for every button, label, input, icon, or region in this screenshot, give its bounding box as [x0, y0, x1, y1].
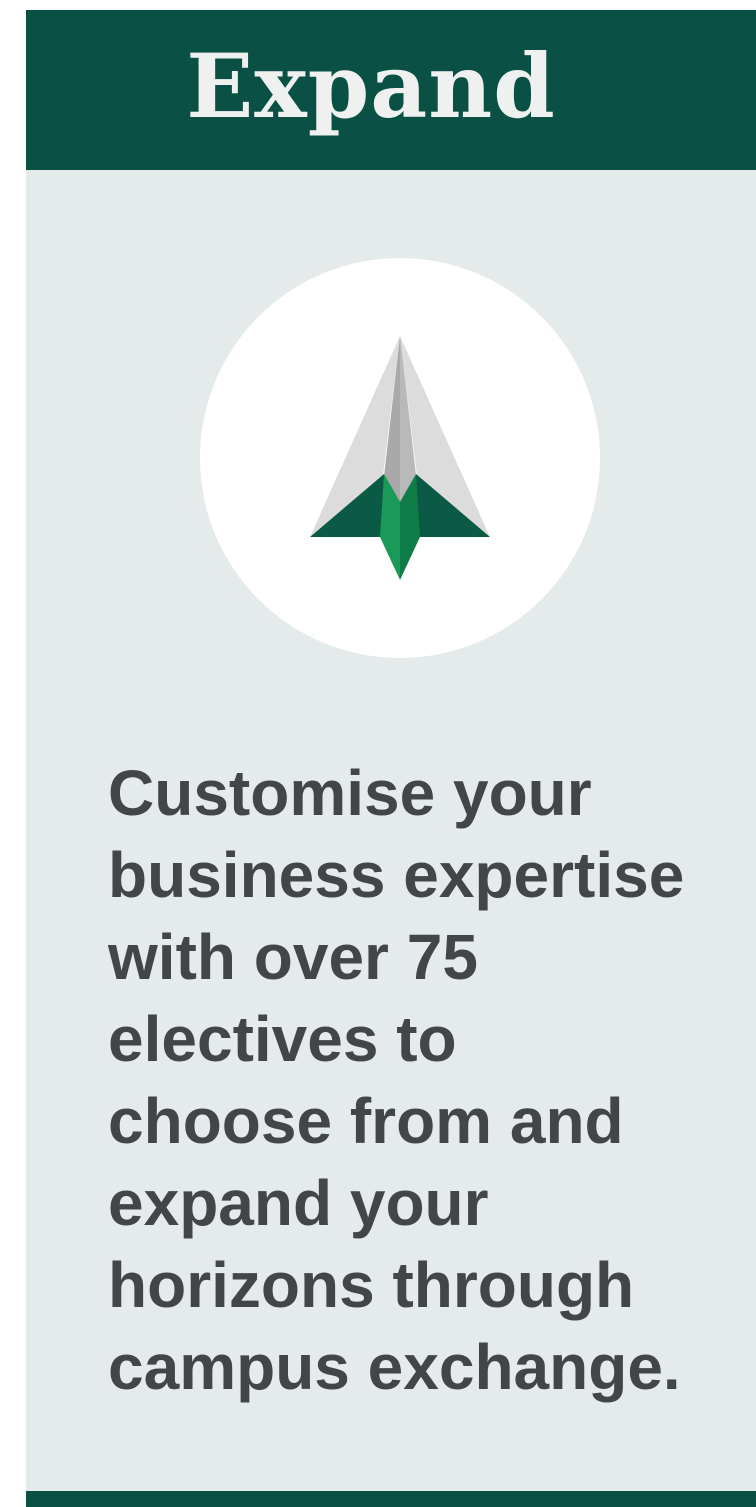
info-card: Expand Customise your business expertise…	[26, 10, 756, 1507]
footer-bar	[26, 1491, 756, 1507]
icon-circle	[200, 258, 600, 658]
description-text: Customise your business expertise with o…	[108, 757, 685, 1403]
paper-plane-icon	[310, 336, 490, 580]
card-title: Expand	[186, 34, 556, 138]
card-header: Expand	[26, 10, 756, 170]
